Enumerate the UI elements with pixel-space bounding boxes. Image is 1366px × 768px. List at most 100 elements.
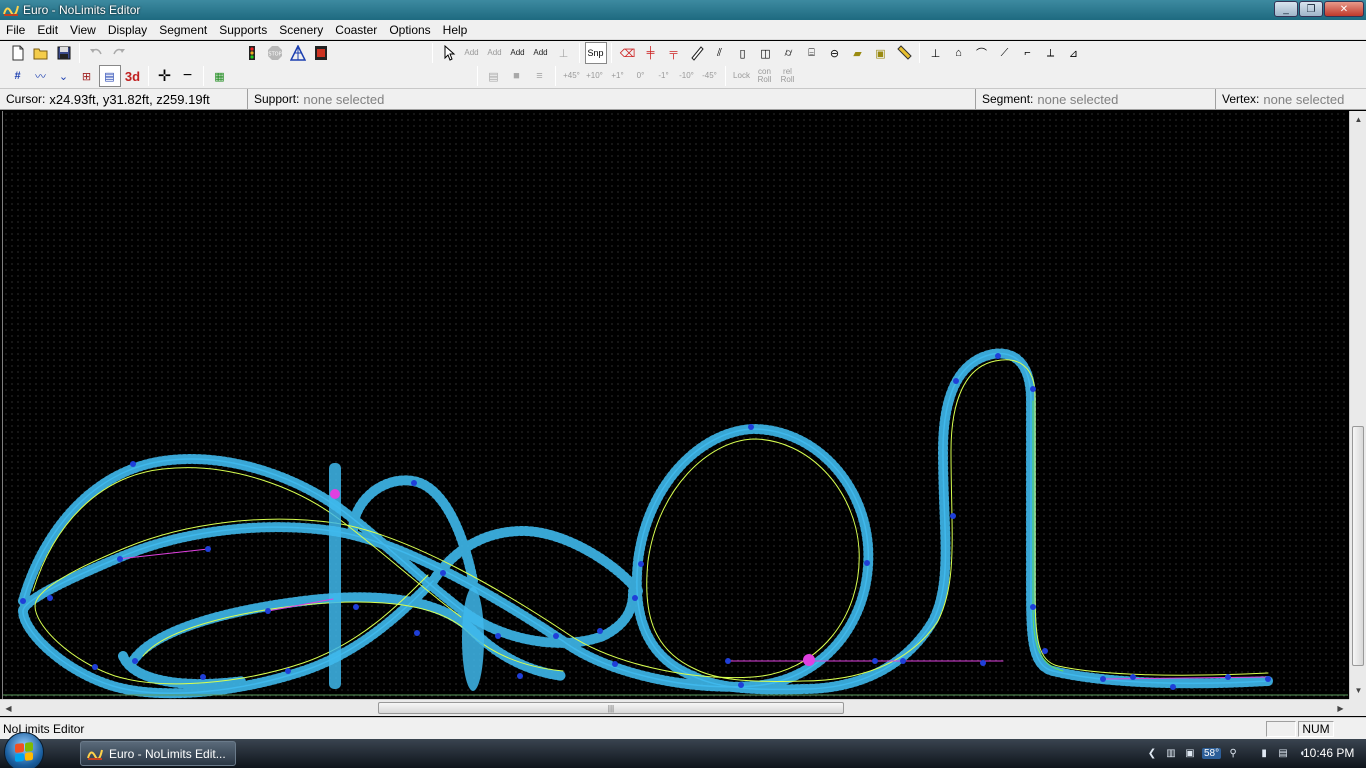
pencil-tool-button[interactable] bbox=[686, 42, 708, 64]
3d-view-button[interactable]: 3d bbox=[122, 65, 144, 87]
menu-display[interactable]: Display bbox=[102, 20, 153, 40]
menu-supports[interactable]: Supports bbox=[213, 20, 273, 40]
redo-button[interactable] bbox=[108, 42, 130, 64]
add-vertex-button[interactable]: Add bbox=[461, 42, 483, 64]
menu-scenery[interactable]: Scenery bbox=[273, 20, 329, 40]
film-button[interactable] bbox=[310, 42, 332, 64]
support-frame-button[interactable]: ⌂ bbox=[948, 42, 970, 64]
terrain-button[interactable]: ▦ bbox=[209, 65, 231, 87]
menu-file[interactable]: File bbox=[0, 20, 31, 40]
support-arch-button[interactable]: ⌒ bbox=[971, 42, 993, 64]
test-button[interactable] bbox=[241, 42, 263, 64]
open-button[interactable] bbox=[30, 42, 52, 64]
main-toolbar: STOP Add Add Add Add ⊥ Snp ⌫ ╪ ╤ ⫽ ▯ ◫ ⌭… bbox=[0, 41, 1366, 65]
taskbar-window-button[interactable]: Euro - NoLimits Edit... bbox=[80, 741, 236, 766]
double-pencil-button[interactable]: ⫽ bbox=[709, 42, 731, 64]
roll-plus45-button[interactable]: +45° bbox=[561, 65, 583, 87]
menu-options[interactable]: Options bbox=[383, 20, 436, 40]
zoom-in-button[interactable]: ✛ bbox=[154, 65, 176, 87]
scroll-down-icon[interactable]: ▼ bbox=[1350, 682, 1366, 699]
top-view-button[interactable]: ▤ bbox=[98, 65, 121, 87]
roll-minus1-button[interactable]: -1° bbox=[653, 65, 675, 87]
drum-tool-button[interactable]: ⌸ bbox=[801, 42, 823, 64]
plate-tool-button[interactable]: ▰ bbox=[847, 42, 869, 64]
roll-zero-button[interactable]: 0° bbox=[630, 65, 652, 87]
safely-remove-icon[interactable]: ▮ bbox=[1257, 747, 1271, 761]
menu-view[interactable]: View bbox=[64, 20, 102, 40]
network-icon[interactable]: ▥ bbox=[1164, 747, 1178, 761]
display-icon[interactable]: ▤ bbox=[1276, 747, 1290, 761]
undo-button[interactable] bbox=[85, 42, 107, 64]
close-button[interactable]: ✕ bbox=[1324, 1, 1364, 17]
editor-viewport[interactable] bbox=[2, 111, 1348, 699]
snap-button[interactable]: Snp bbox=[584, 42, 607, 64]
selected-node[interactable] bbox=[803, 654, 815, 666]
track-view-button[interactable]: ⌄ bbox=[53, 65, 75, 87]
support-leg-button[interactable]: ⟂ bbox=[1040, 42, 1062, 64]
tube-tool-button[interactable]: ◫ bbox=[755, 42, 777, 64]
restore-button[interactable]: ❐ bbox=[1299, 1, 1323, 17]
save-button[interactable] bbox=[53, 42, 75, 64]
roll-plus10-button[interactable]: +10° bbox=[584, 65, 606, 87]
stop-icon: STOP bbox=[267, 46, 282, 60]
add-support-button[interactable]: Add bbox=[530, 42, 552, 64]
support-hook-button[interactable]: ⌐ bbox=[1017, 42, 1039, 64]
con-roll-button[interactable]: con Roll bbox=[754, 65, 776, 87]
menu-segment[interactable]: Segment bbox=[153, 20, 213, 40]
cylinder-tool-button[interactable]: ⌭ bbox=[778, 42, 800, 64]
block-button[interactable]: ■ bbox=[506, 65, 528, 87]
pillar-tool-button[interactable]: ▯ bbox=[732, 42, 754, 64]
table-button[interactable]: ▤ bbox=[483, 65, 505, 87]
support-bent-button[interactable]: ⟋ bbox=[994, 42, 1016, 64]
scroll-right-icon[interactable]: ▶ bbox=[1332, 700, 1349, 717]
menu-edit[interactable]: Edit bbox=[31, 20, 64, 40]
rel-roll-button[interactable]: rel Roll bbox=[777, 65, 799, 87]
lock-roll-button[interactable]: Lock bbox=[731, 65, 753, 87]
train-view-button[interactable]: ⊞ bbox=[76, 65, 98, 87]
minimize-button[interactable]: _ bbox=[1274, 1, 1298, 17]
search-icon[interactable]: ⚲ bbox=[1226, 747, 1240, 761]
cursor-value: x24.93ft, y31.82ft, z259.19ft bbox=[49, 91, 210, 107]
ruler-tool-button[interactable] bbox=[893, 42, 915, 64]
spline-view-button[interactable]: 〰 bbox=[30, 65, 52, 87]
horizontal-scroll-thumb[interactable]: ||| bbox=[378, 702, 844, 714]
box-tool-button[interactable]: ▣ bbox=[870, 42, 892, 64]
roll-minus10-button[interactable]: -10° bbox=[676, 65, 698, 87]
roll-plus1-button[interactable]: +1° bbox=[607, 65, 629, 87]
triangulate-button[interactable] bbox=[287, 42, 309, 64]
clock[interactable]: 10:46 PM bbox=[1303, 746, 1354, 760]
chevron-left-icon[interactable]: ❮ bbox=[1145, 747, 1159, 761]
vertical-scrollbar[interactable]: ▲ ▼ bbox=[1349, 111, 1366, 699]
menu-coaster[interactable]: Coaster bbox=[329, 20, 383, 40]
start-button[interactable] bbox=[4, 731, 44, 768]
barrel-tool-button[interactable]: ⊖ bbox=[824, 42, 846, 64]
support-brace-button[interactable]: ⊿ bbox=[1063, 42, 1085, 64]
horizontal-scrollbar[interactable]: ◀ ||| ▶ bbox=[0, 699, 1349, 716]
footer-tool-button[interactable]: ⊥ bbox=[553, 42, 575, 64]
eraser-button[interactable]: ⌫ bbox=[617, 42, 639, 64]
scroll-up-icon[interactable]: ▲ bbox=[1350, 111, 1366, 128]
add-segment-button[interactable]: Add bbox=[484, 42, 506, 64]
new-file-button[interactable] bbox=[7, 42, 29, 64]
select-tool-button[interactable] bbox=[438, 42, 460, 64]
add-node-button[interactable]: Add bbox=[507, 42, 529, 64]
tube-node[interactable] bbox=[330, 489, 340, 499]
title-bar[interactable]: Euro - NoLimits Editor _ ❐ ✕ bbox=[0, 0, 1366, 20]
system-tray: ❮ ▥ ▣ 58° ⚲ ▮ ▤ ◖ bbox=[1145, 739, 1309, 768]
stop-button[interactable]: STOP bbox=[264, 42, 286, 64]
menu-help[interactable]: Help bbox=[437, 20, 474, 40]
monitor-icon[interactable]: ▣ bbox=[1183, 747, 1197, 761]
vertical-scroll-thumb[interactable] bbox=[1352, 426, 1364, 666]
support-tower-button[interactable]: ⊥ bbox=[925, 42, 947, 64]
svg-text:STOP: STOP bbox=[268, 52, 281, 58]
roll-minus45-button[interactable]: -45° bbox=[699, 65, 721, 87]
weather-temp[interactable]: 58° bbox=[1202, 748, 1222, 759]
open-folder-icon bbox=[33, 48, 47, 60]
align-button[interactable]: ≡ bbox=[529, 65, 551, 87]
scroll-left-icon[interactable]: ◀ bbox=[0, 700, 17, 717]
grid-toggle-button[interactable]: # bbox=[7, 65, 29, 87]
join-button[interactable]: ╤ bbox=[663, 42, 685, 64]
split-button[interactable]: ╪ bbox=[640, 42, 662, 64]
zoom-out-button[interactable]: − bbox=[177, 65, 199, 87]
coaster-track[interactable] bbox=[3, 111, 1348, 699]
